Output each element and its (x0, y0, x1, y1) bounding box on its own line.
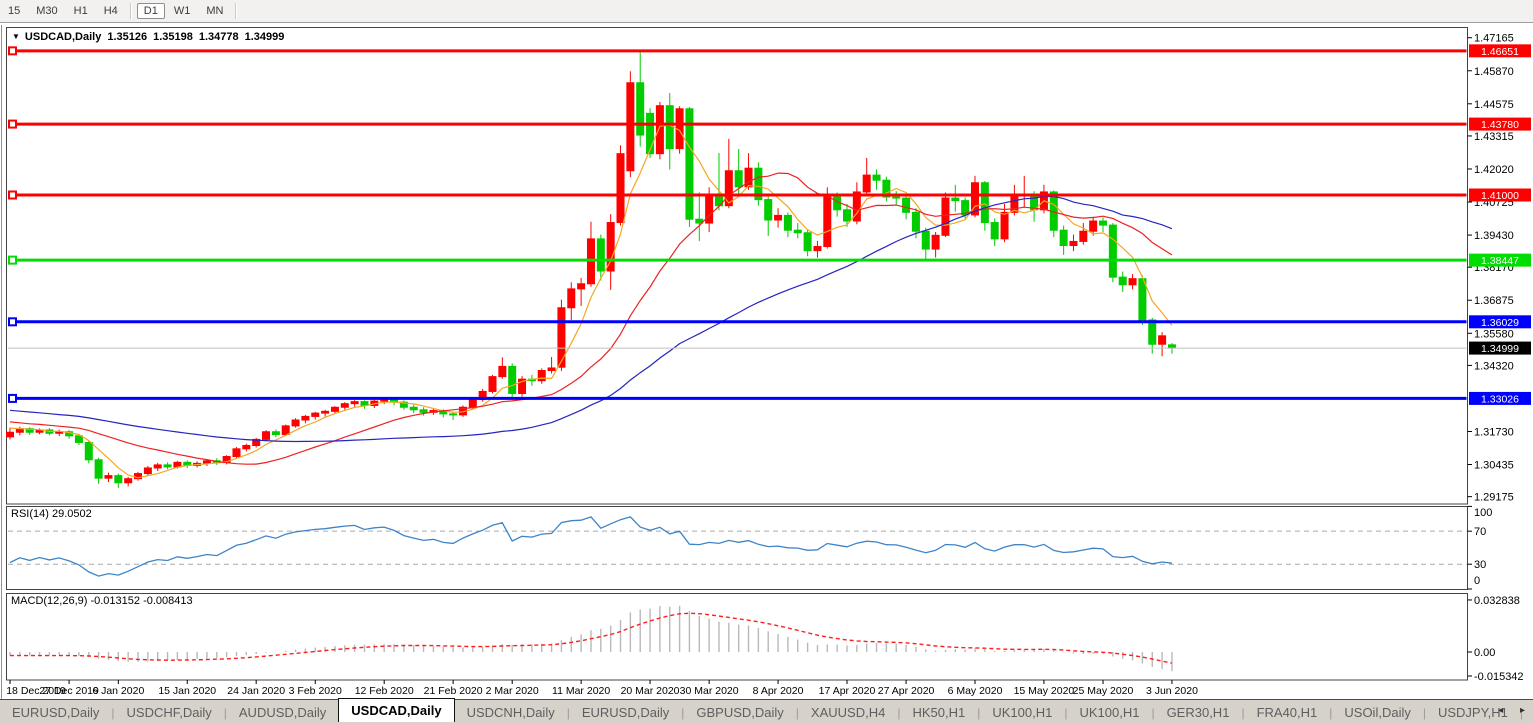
timeframe-button-mn[interactable]: MN (199, 3, 230, 19)
svg-text:1.35580: 1.35580 (1474, 328, 1514, 340)
symbol-tab-bar: EURUSD,Daily|USDCHF,Daily|AUDUSD,DailyUS… (0, 699, 1533, 723)
ohlc-low: 1.34778 (199, 31, 239, 43)
svg-text:-0.015342: -0.015342 (1474, 671, 1524, 683)
svg-text:1.39430: 1.39430 (1474, 230, 1514, 242)
svg-text:27 Apr 2020: 27 Apr 2020 (878, 685, 935, 697)
svg-text:1.44575: 1.44575 (1474, 99, 1514, 111)
ohlc-high: 1.35198 (153, 31, 193, 43)
svg-text:1.30435: 1.30435 (1474, 460, 1514, 472)
scroll-tabs-right-icon[interactable]: ▸ (1520, 705, 1525, 716)
tab-usdcad-daily[interactable]: USDCAD,Daily (338, 698, 454, 722)
toolbar-divider (130, 3, 132, 19)
ohlc-open: 1.35126 (107, 31, 147, 43)
svg-text:1.42020: 1.42020 (1474, 164, 1514, 176)
ma-18-line (10, 173, 1172, 464)
candles-layer (7, 50, 1176, 488)
svg-text:1.33026: 1.33026 (1481, 393, 1519, 405)
svg-text:1.43315: 1.43315 (1474, 131, 1514, 143)
macd-panel (10, 606, 1172, 671)
tab-uk100-h1[interactable]: UK100,H1 (980, 702, 1064, 723)
tab-xauusd-h4[interactable]: XAUUSD,H4 (799, 702, 897, 723)
trading-terminal-window: 15M30H1H4 D1W1MN ▼ USDCAD,Daily 1.35126 1.35… (0, 0, 1533, 723)
tab-usdchf-daily[interactable]: USDCHF,Daily (115, 702, 224, 723)
svg-text:1.31730: 1.31730 (1474, 426, 1514, 438)
svg-text:25 May 2020: 25 May 2020 (1073, 685, 1134, 697)
timeframe-button-w1[interactable]: W1 (167, 3, 198, 19)
support-resistance-lines[interactable] (8, 47, 1467, 402)
chart-symbol: USDCAD,Daily (25, 31, 101, 43)
rsi-line (10, 517, 1172, 576)
svg-text:0.00: 0.00 (1474, 647, 1495, 659)
svg-text:11 Mar 2020: 11 Mar 2020 (552, 685, 610, 697)
tab-hk50-h1[interactable]: HK50,H1 (900, 702, 977, 723)
macd-signal-line (10, 613, 1172, 663)
svg-text:21 Feb 2020: 21 Feb 2020 (424, 685, 483, 697)
svg-text:3 Jun 2020: 3 Jun 2020 (1146, 685, 1198, 697)
svg-text:30 Mar 2020: 30 Mar 2020 (680, 685, 739, 697)
chart-title: ▼ USDCAD,Daily 1.35126 1.35198 1.34778 1.3499… (12, 31, 290, 43)
svg-text:1.47165: 1.47165 (1474, 33, 1514, 45)
tab-eurusd-daily[interactable]: EURUSD,Daily (570, 702, 681, 723)
timeframe-button-15[interactable]: 15 (1, 3, 27, 19)
tab-audusd-daily[interactable]: AUDUSD,Daily (227, 702, 338, 723)
svg-text:15 May 2020: 15 May 2020 (1014, 685, 1075, 697)
svg-text:6 Jan 2020: 6 Jan 2020 (92, 685, 144, 697)
symbol-dropdown-icon[interactable]: ▼ (12, 32, 20, 41)
chart-window: ▼ USDCAD,Daily 1.35126 1.35198 1.34778 1.3499… (0, 23, 1533, 700)
svg-text:1.43780: 1.43780 (1481, 119, 1519, 131)
svg-text:15 Jan 2020: 15 Jan 2020 (158, 685, 216, 697)
toolbar-divider (235, 3, 237, 19)
svg-text:27 Dec 2019: 27 Dec 2019 (39, 685, 99, 697)
svg-text:1.38447: 1.38447 (1481, 255, 1519, 267)
macd-indicator-label: MACD(12,26,9) -0.013152 -0.008413 (11, 595, 193, 607)
svg-text:1.36029: 1.36029 (1481, 317, 1519, 329)
timeframe-button-h1[interactable]: H1 (67, 3, 95, 19)
scroll-tabs-left-icon[interactable]: ◂ (1498, 705, 1503, 716)
moving-average-lines (10, 125, 1172, 478)
tab-usdcnh-daily[interactable]: USDCNH,Daily (455, 702, 567, 723)
svg-text:70: 70 (1474, 526, 1486, 538)
timeframe-button-h4[interactable]: H4 (97, 3, 125, 19)
svg-text:1.34320: 1.34320 (1474, 360, 1514, 372)
panel-borders (2, 25, 1468, 699)
timeframe-button-d1[interactable]: D1 (137, 3, 165, 19)
timeframe-toolbar: 15M30H1H4 D1W1MN (0, 0, 1533, 23)
tab-fra40-h1[interactable]: FRA40,H1 (1245, 702, 1330, 723)
svg-text:30: 30 (1474, 559, 1486, 571)
price-axis: 1.471651.458701.445751.433151.420201.407… (1468, 33, 1532, 683)
svg-text:8 Apr 2020: 8 Apr 2020 (753, 685, 804, 697)
svg-text:0.032838: 0.032838 (1474, 595, 1520, 607)
svg-text:1.41000: 1.41000 (1481, 190, 1519, 202)
timeframe-button-m30[interactable]: M30 (29, 3, 64, 19)
svg-text:1.29175: 1.29175 (1474, 492, 1514, 504)
svg-text:100: 100 (1474, 507, 1492, 519)
tab-gbpusd-daily[interactable]: GBPUSD,Daily (684, 702, 795, 723)
svg-text:2 Mar 2020: 2 Mar 2020 (486, 685, 539, 697)
svg-text:0: 0 (1474, 575, 1480, 587)
svg-text:3 Feb 2020: 3 Feb 2020 (289, 685, 342, 697)
rsi-indicator-label: RSI(14) 29.0502 (11, 508, 92, 520)
time-axis: 18 Dec 201927 Dec 20196 Jan 202015 Jan 2… (6, 680, 1198, 697)
ma-5-line (10, 125, 1172, 478)
ohlc-close: 1.34999 (245, 31, 285, 43)
rsi-panel (8, 517, 1467, 576)
tab-usoil-daily[interactable]: USOil,Daily (1332, 702, 1422, 723)
svg-text:20 Mar 2020: 20 Mar 2020 (621, 685, 680, 697)
price-chart-canvas[interactable]: 1.471651.458701.445751.433151.420201.407… (0, 24, 1533, 700)
svg-text:12 Feb 2020: 12 Feb 2020 (355, 685, 414, 697)
tab-eurusd-daily[interactable]: EURUSD,Daily (0, 702, 111, 723)
svg-text:1.36875: 1.36875 (1474, 295, 1514, 307)
svg-text:1.46651: 1.46651 (1481, 46, 1519, 58)
tab-uk100-h1[interactable]: UK100,H1 (1067, 702, 1151, 723)
svg-text:24 Jan 2020: 24 Jan 2020 (227, 685, 285, 697)
svg-text:6 May 2020: 6 May 2020 (948, 685, 1003, 697)
tab-ger30-h1[interactable]: GER30,H1 (1155, 702, 1242, 723)
tab-scroll-arrows: ◂ ▸ (1484, 705, 1525, 716)
tab-strip: EURUSD,Daily|USDCHF,Daily|AUDUSD,DailyUS… (0, 704, 1533, 721)
svg-text:1.34999: 1.34999 (1481, 343, 1519, 355)
svg-text:1.45870: 1.45870 (1474, 66, 1514, 78)
svg-text:17 Apr 2020: 17 Apr 2020 (819, 685, 876, 697)
